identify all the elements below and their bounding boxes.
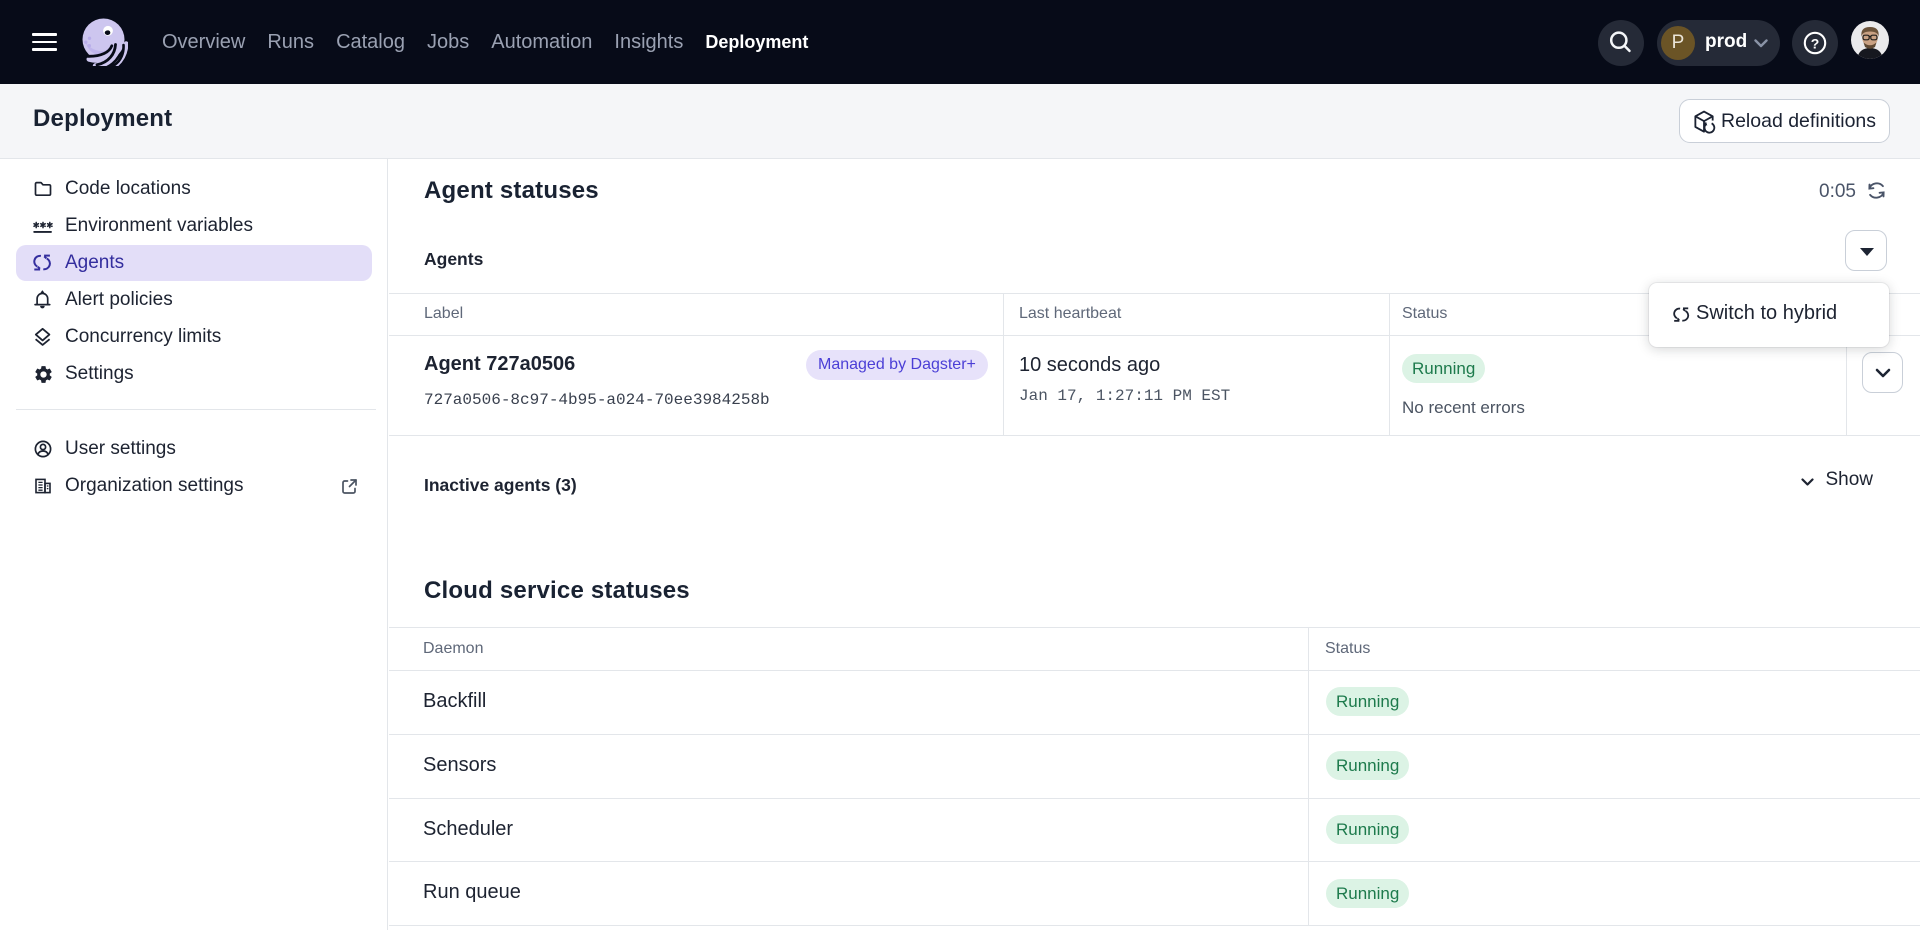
svg-text:?: ? (1811, 36, 1820, 52)
